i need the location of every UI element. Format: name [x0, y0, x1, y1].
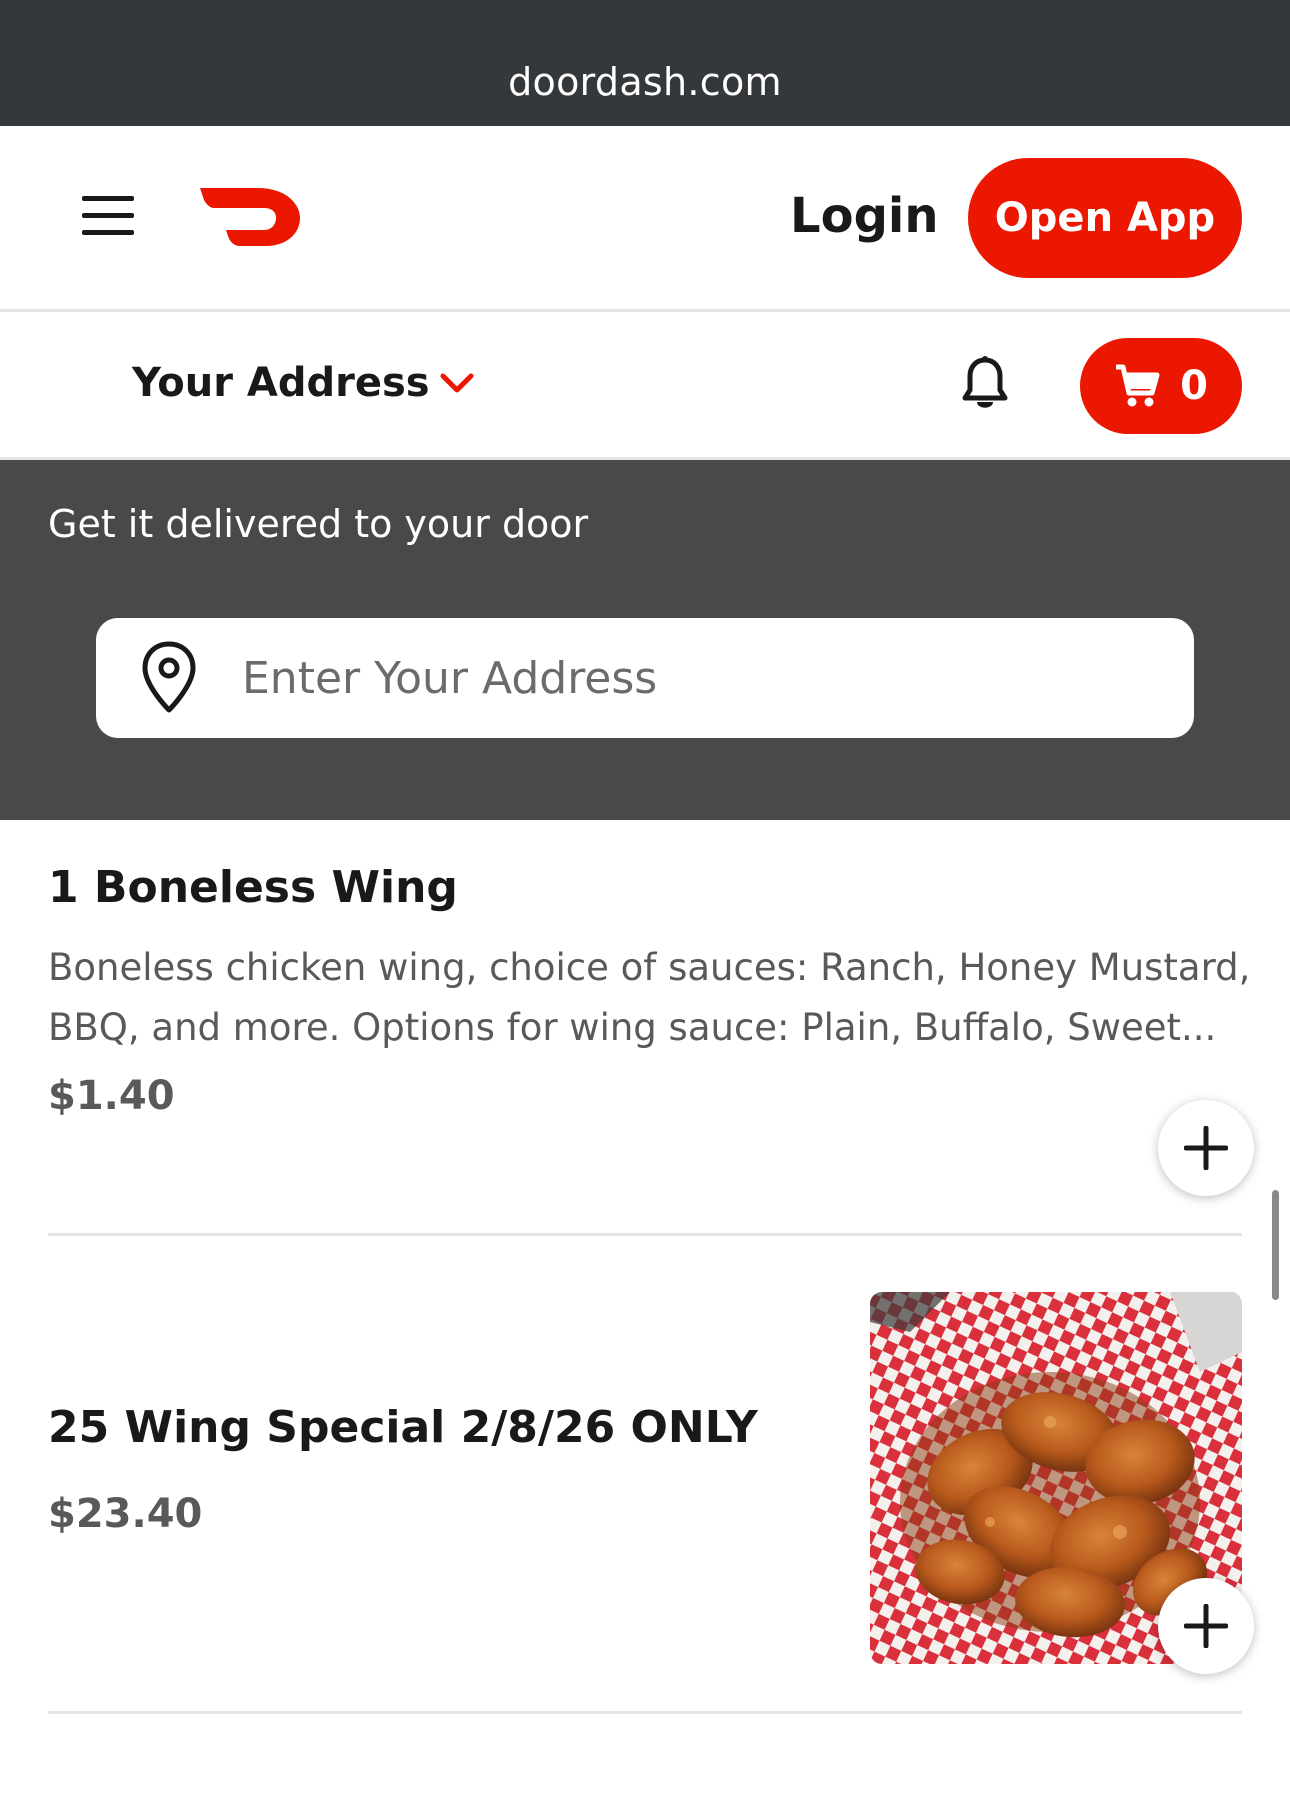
hamburger-menu-icon[interactable]: [82, 196, 134, 236]
open-app-button[interactable]: Open App: [968, 158, 1242, 278]
address-row: Your Address 0: [0, 312, 1290, 460]
menu-item-description: Boneless chicken wing, choice of sauces:…: [48, 938, 1276, 1058]
top-nav: Login Open App: [0, 126, 1290, 312]
add-item-button[interactable]: [1158, 1578, 1254, 1674]
cart-icon: [1116, 364, 1160, 407]
description-line: BBQ, and more. Options for wing sauce: P…: [48, 1006, 1217, 1049]
add-item-button[interactable]: [1158, 1100, 1254, 1196]
address-selector[interactable]: Your Address: [132, 360, 474, 406]
menu-item-price: $23.40: [48, 1491, 203, 1537]
chevron-down-icon: [440, 373, 474, 393]
description-line: Boneless chicken wing, choice of sauces:…: [48, 946, 1251, 989]
menu-item-name[interactable]: 1 Boneless Wing: [48, 862, 458, 913]
location-pin-icon: [142, 641, 196, 713]
browser-url-bar[interactable]: doordash.com: [0, 0, 1290, 126]
address-input[interactable]: [240, 648, 1140, 708]
login-button[interactable]: Login: [790, 188, 939, 244]
item-divider: [48, 1233, 1242, 1236]
cart-button[interactable]: 0: [1080, 338, 1242, 434]
menu-item-price: $1.40: [48, 1073, 175, 1119]
banner-headline: Get it delivered to your door: [48, 502, 589, 546]
doordash-logo[interactable]: [200, 186, 304, 248]
plus-icon: [1184, 1126, 1228, 1170]
address-input-box[interactable]: [96, 618, 1194, 738]
url-text[interactable]: doordash.com: [0, 60, 1290, 104]
address-selector-label: Your Address: [132, 360, 430, 406]
cart-count: 0: [1180, 363, 1208, 409]
plus-icon: [1184, 1604, 1228, 1648]
item-divider: [48, 1711, 1242, 1714]
menu-item-name[interactable]: 25 Wing Special 2/8/26 ONLY: [48, 1402, 758, 1453]
delivery-banner: Get it delivered to your door: [0, 460, 1290, 820]
bell-icon[interactable]: [962, 356, 1008, 410]
scrollbar[interactable]: [1272, 1190, 1279, 1300]
